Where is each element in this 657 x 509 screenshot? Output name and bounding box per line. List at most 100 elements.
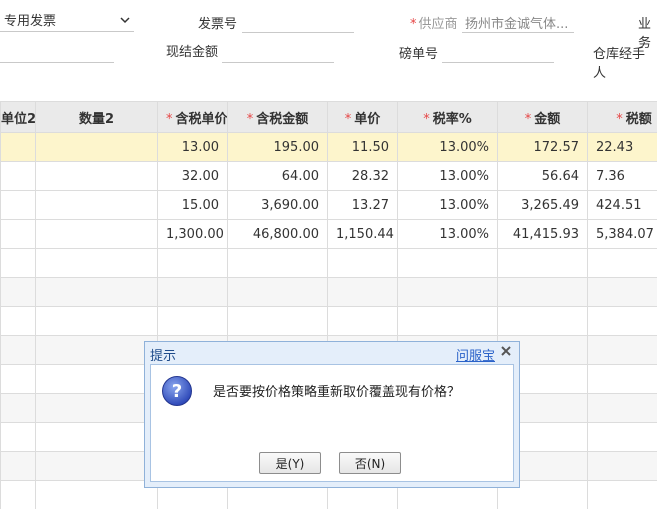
- table-cell[interactable]: 11.50: [327, 132, 398, 162]
- table-cell[interactable]: [35, 132, 158, 162]
- table-cell[interactable]: [0, 277, 36, 307]
- left-field-row2[interactable]: [0, 40, 114, 63]
- table-cell[interactable]: [0, 364, 36, 394]
- table-cell[interactable]: [497, 306, 588, 336]
- close-icon[interactable]: [499, 344, 513, 358]
- table-cell[interactable]: [157, 306, 228, 336]
- table-cell[interactable]: 3,265.49: [497, 190, 588, 220]
- table-cell[interactable]: [35, 393, 158, 423]
- table-cell[interactable]: 41,415.93: [497, 219, 588, 249]
- table-cell[interactable]: [397, 277, 498, 307]
- table-cell[interactable]: [0, 393, 36, 423]
- table-cell[interactable]: [35, 480, 158, 509]
- table-cell[interactable]: [587, 480, 657, 509]
- table-cell[interactable]: [0, 422, 36, 452]
- table-cell[interactable]: [227, 277, 328, 307]
- column-header[interactable]: 数量2: [35, 101, 158, 133]
- column-header[interactable]: * 单价: [327, 101, 398, 133]
- table-row[interactable]: 15.00 3,690.00 13.27 13.00% 3,265.49 424.51: [0, 190, 657, 220]
- table-cell[interactable]: [397, 306, 498, 336]
- table-row-empty[interactable]: [0, 248, 657, 278]
- column-header[interactable]: * 含税金额: [227, 101, 328, 133]
- table-cell[interactable]: [157, 277, 228, 307]
- table-cell[interactable]: [35, 335, 158, 365]
- column-header[interactable]: * 含税单价: [157, 101, 228, 133]
- table-row[interactable]: 1,300.00 46,800.00 1,150.44 13.00% 41,415.93…: [0, 219, 657, 249]
- table-cell[interactable]: [35, 306, 158, 336]
- table-cell[interactable]: 56.64: [497, 161, 588, 191]
- table-cell[interactable]: [587, 306, 657, 336]
- table-cell[interactable]: 3,690.00: [227, 190, 328, 220]
- table-cell[interactable]: 195.00: [227, 132, 328, 162]
- required-star: *: [246, 111, 254, 127]
- table-cell[interactable]: [587, 248, 657, 278]
- table-cell[interactable]: 13.00: [157, 132, 228, 162]
- table-cell[interactable]: [397, 248, 498, 278]
- table-cell[interactable]: 46,800.00: [227, 219, 328, 249]
- table-row[interactable]: 13.00 195.00 11.50 13.00% 172.57 22.43: [0, 132, 657, 162]
- table-row-empty[interactable]: [0, 306, 657, 336]
- table-cell[interactable]: [35, 364, 158, 394]
- table-cell[interactable]: [35, 190, 158, 220]
- table-cell[interactable]: [587, 335, 657, 365]
- yes-button[interactable]: 是(Y): [259, 452, 321, 474]
- column-header[interactable]: * 税额: [587, 101, 657, 133]
- table-cell[interactable]: 15.00: [157, 190, 228, 220]
- table-cell[interactable]: [0, 451, 36, 481]
- table-row[interactable]: 32.00 64.00 28.32 13.00% 56.64 7.36: [0, 161, 657, 191]
- table-cell[interactable]: 64.00: [227, 161, 328, 191]
- table-cell[interactable]: [587, 422, 657, 452]
- table-cell[interactable]: [0, 161, 36, 191]
- table-cell[interactable]: 5,384.07: [587, 219, 657, 249]
- table-cell[interactable]: 424.51: [587, 190, 657, 220]
- table-cell[interactable]: [227, 248, 328, 278]
- table-cell[interactable]: 172.57: [497, 132, 588, 162]
- table-cell[interactable]: [227, 306, 328, 336]
- table-cell[interactable]: 1,300.00: [157, 219, 228, 249]
- table-cell[interactable]: [497, 277, 588, 307]
- table-cell[interactable]: [587, 364, 657, 394]
- column-header[interactable]: * 税率%: [397, 101, 498, 133]
- help-link[interactable]: 问服宝: [456, 345, 495, 364]
- invoice-no-field[interactable]: [242, 10, 354, 33]
- table-cell[interactable]: [587, 451, 657, 481]
- table-cell[interactable]: 13.00%: [397, 219, 498, 249]
- table-cell[interactable]: 1,150.44: [327, 219, 398, 249]
- table-cell[interactable]: [327, 306, 398, 336]
- table-cell[interactable]: 13.00%: [397, 161, 498, 191]
- table-cell[interactable]: [0, 480, 36, 509]
- table-cell[interactable]: 22.43: [587, 132, 657, 162]
- table-cell[interactable]: 13.00%: [397, 190, 498, 220]
- table-cell[interactable]: [497, 248, 588, 278]
- table-cell[interactable]: [327, 277, 398, 307]
- table-cell[interactable]: 13.27: [327, 190, 398, 220]
- table-cell[interactable]: [35, 451, 158, 481]
- table-cell[interactable]: [35, 161, 158, 191]
- table-cell[interactable]: [0, 132, 36, 162]
- table-cell[interactable]: [327, 248, 398, 278]
- table-cell[interactable]: 32.00: [157, 161, 228, 191]
- table-cell[interactable]: [0, 306, 36, 336]
- invoice-type-select[interactable]: 专用发票: [0, 8, 134, 32]
- column-header[interactable]: 单位2: [0, 101, 36, 133]
- table-cell[interactable]: [0, 219, 36, 249]
- table-cell[interactable]: [157, 248, 228, 278]
- table-cell[interactable]: [35, 277, 158, 307]
- table-cell[interactable]: 13.00%: [397, 132, 498, 162]
- table-cell[interactable]: [35, 219, 158, 249]
- table-row-empty[interactable]: [0, 277, 657, 307]
- table-cell[interactable]: [0, 190, 36, 220]
- table-cell[interactable]: [0, 335, 36, 365]
- column-header[interactable]: * 金额: [497, 101, 588, 133]
- table-cell[interactable]: [587, 393, 657, 423]
- table-cell[interactable]: 28.32: [327, 161, 398, 191]
- table-cell[interactable]: [0, 248, 36, 278]
- no-button[interactable]: 否(N): [339, 452, 401, 474]
- table-cell[interactable]: [35, 248, 158, 278]
- supplier-field[interactable]: 扬州市金诚气体...: [462, 10, 574, 33]
- cash-amount-field[interactable]: [222, 40, 334, 63]
- weigh-no-field[interactable]: [442, 40, 554, 63]
- table-cell[interactable]: [587, 277, 657, 307]
- table-cell[interactable]: 7.36: [587, 161, 657, 191]
- table-cell[interactable]: [35, 422, 158, 452]
